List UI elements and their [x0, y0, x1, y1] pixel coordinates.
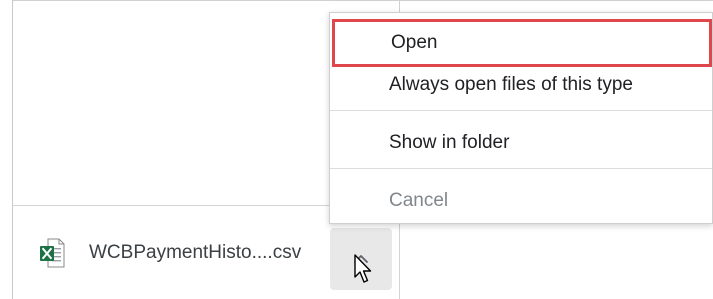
menu-item-cancel-label: Cancel [389, 190, 449, 211]
excel-csv-file-icon [39, 238, 65, 268]
menu-item-always-open-label: Always open files of this type [389, 74, 633, 95]
menu-item-show-in-folder[interactable]: Show in folder [330, 123, 712, 163]
menu-separator [330, 168, 712, 169]
menu-item-always-open[interactable]: Always open files of this type [330, 65, 712, 105]
menu-item-show-in-folder-label: Show in folder [389, 132, 510, 153]
page-top-divider [13, 0, 713, 1]
download-context-menu: Open Always open files of this type Show… [329, 12, 713, 224]
page-column-divider [399, 0, 400, 12]
download-file-name: WCBPaymentHisto....csv [89, 242, 302, 263]
mouse-pointer-icon [353, 253, 375, 287]
menu-item-cancel: Cancel [330, 181, 712, 221]
menu-separator [330, 110, 712, 111]
menu-item-open[interactable]: Open [332, 19, 712, 67]
menu-item-open-label: Open [391, 32, 438, 53]
